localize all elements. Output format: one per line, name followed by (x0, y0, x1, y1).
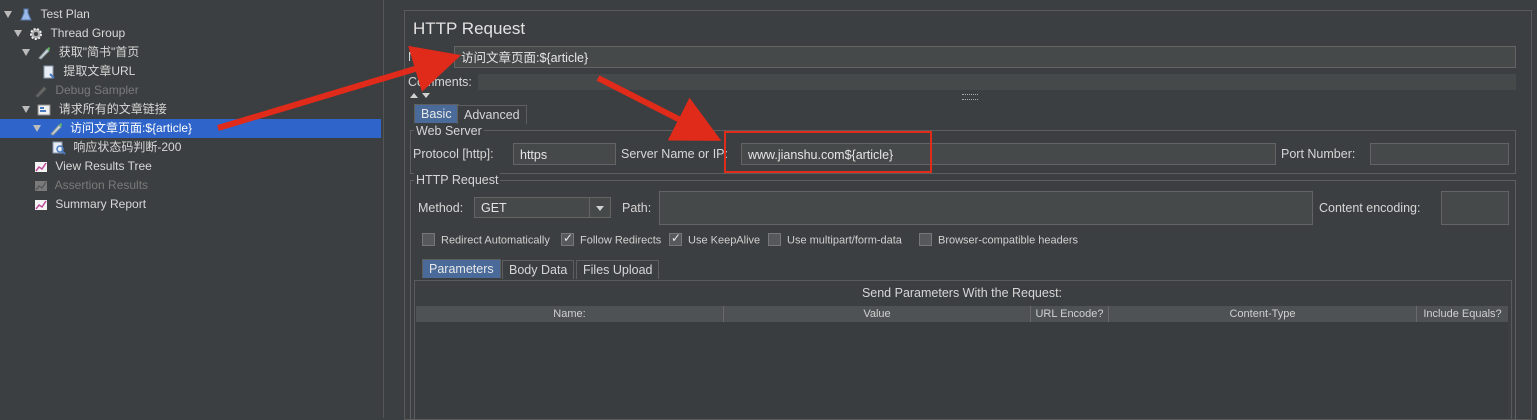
tree-item-label: 访问文章页面:${article} (70, 121, 193, 135)
listener-icon (35, 161, 47, 172)
checkbox-follow-redirects[interactable]: Follow Redirects (561, 231, 662, 247)
parameters-table-body[interactable] (416, 322, 1508, 418)
debug-sampler-icon (35, 86, 47, 98)
name-field[interactable]: 访问文章页面:${article} (454, 46, 1516, 68)
expand-triangle-icon[interactable] (22, 106, 30, 114)
checkbox-box[interactable] (768, 233, 781, 246)
tab-basic[interactable]: Basic (414, 104, 459, 123)
comments-field[interactable] (478, 74, 1516, 90)
port-label: Port Number: (1281, 147, 1356, 161)
extractor-icon (43, 65, 55, 79)
foreach-controller-icon (37, 104, 51, 116)
tree-item-visit-article[interactable]: 访问文章页面:${article} (0, 119, 381, 138)
tree-item-label: 响应状态码判断-200 (73, 140, 182, 154)
checkbox-label: Use multipart/form-data (787, 234, 902, 247)
content-encoding-field[interactable] (1441, 191, 1509, 225)
checkbox-box[interactable] (561, 231, 574, 246)
checkbox-use-keepalive[interactable]: Use KeepAlive (669, 231, 761, 247)
web-server-title: Web Server (414, 124, 484, 138)
tree-item-extract-url[interactable]: 提取文章URL (42, 62, 135, 81)
path-field[interactable] (659, 191, 1313, 225)
expand-triangle-icon[interactable] (22, 49, 30, 57)
gear-icon (30, 27, 43, 40)
column-header-value[interactable]: Value (724, 306, 1031, 322)
checkbox-label: Follow Redirects (580, 234, 662, 247)
chevron-down-icon[interactable] (589, 198, 610, 217)
tree-item-label: Debug Sampler (55, 83, 139, 97)
tree-item-debug-sampler[interactable]: Debug Sampler (34, 81, 139, 100)
tree-item-label: View Results Tree (55, 159, 152, 173)
checkbox-multipart[interactable]: Use multipart/form-data (768, 233, 902, 247)
checkbox-label: Use KeepAlive (688, 234, 761, 247)
tree-item-view-results-tree[interactable]: View Results Tree (34, 157, 152, 176)
protocol-label: Protocol [http]: (413, 147, 494, 161)
tree-item-label: Summary Report (55, 197, 147, 211)
tree-item-label: 提取文章URL (63, 64, 136, 78)
content-encoding-label: Content encoding: (1319, 201, 1421, 215)
tree-item-get-jianshu-home[interactable]: 获取"简书"首页 (22, 43, 139, 62)
page-title: HTTP Request (413, 19, 526, 38)
comments-label: Comments: (408, 75, 472, 89)
http-request-group-title: HTTP Request (414, 173, 501, 187)
resize-grip-icon[interactable] (962, 94, 978, 100)
assertion-icon (52, 141, 66, 155)
parameters-table-header: Name: Value URL Encode? Content-Type Inc… (416, 306, 1508, 323)
tree-item-test-plan[interactable]: Test Plan (4, 5, 90, 24)
annotation-highlight-box (724, 131, 932, 173)
listener-icon (35, 199, 47, 210)
tree-item-summary-report[interactable]: Summary Report (34, 195, 146, 214)
checkbox-box[interactable] (422, 233, 435, 246)
tree-item-label: 获取"简书"首页 (58, 45, 140, 59)
column-header-name[interactable]: Name: (416, 306, 724, 322)
column-header-url-encode[interactable]: URL Encode? (1031, 306, 1109, 322)
checkbox-label: Browser-compatible headers (938, 234, 1079, 247)
tree-item-request-all-links[interactable]: 请求所有的文章链接 (22, 100, 167, 119)
name-label: Name: (408, 50, 445, 64)
tree-item-label: Assertion Results (54, 178, 149, 192)
tab-files-upload[interactable]: Files Upload (576, 260, 660, 279)
tree-item-label: Thread Group (50, 26, 126, 40)
column-header-content-type[interactable]: Content-Type (1109, 306, 1417, 322)
http-sampler-icon (38, 46, 51, 60)
method-select-value: GET (481, 201, 507, 215)
checkbox-box[interactable] (919, 233, 932, 246)
server-name-label: Server Name or IP: (621, 147, 728, 161)
test-plan-icon (20, 8, 33, 21)
tab-parameters[interactable]: Parameters (422, 259, 501, 278)
tree-item-label: Test Plan (40, 7, 90, 21)
checkbox-label: Redirect Automatically (441, 234, 550, 247)
collapse-arrows-icon[interactable] (409, 92, 433, 100)
tree-item-status-assertion[interactable]: 响应状态码判断-200 (52, 138, 181, 157)
listener-icon (35, 180, 47, 191)
path-label: Path: (622, 201, 652, 215)
column-header-include-equals[interactable]: Include Equals? (1417, 306, 1508, 322)
tab-body-data[interactable]: Body Data (502, 260, 575, 279)
split-pane-divider[interactable] (383, 0, 392, 418)
expand-triangle-icon[interactable] (14, 30, 22, 38)
method-select[interactable]: GET (474, 197, 611, 218)
tree-item-assertion-results[interactable]: Assertion Results (34, 176, 148, 195)
checkbox-box[interactable] (669, 231, 682, 246)
tab-advanced[interactable]: Advanced (457, 105, 527, 124)
method-label: Method: (418, 201, 464, 215)
checkbox-redirect-automatically[interactable]: Redirect Automatically (422, 233, 550, 247)
expand-triangle-icon[interactable] (4, 11, 12, 19)
port-field[interactable] (1370, 143, 1509, 165)
params-title: Send Parameters With the Request: (861, 286, 1063, 300)
expand-triangle-icon[interactable] (33, 125, 42, 133)
protocol-field[interactable]: https (513, 143, 616, 165)
tree-item-label: 请求所有的文章链接 (58, 102, 167, 116)
tree-item-thread-group[interactable]: Thread Group (14, 24, 125, 43)
test-plan-tree: Test Plan Thread Group 获取"简书"首页 提取文章URL … (0, 0, 384, 418)
checkbox-browser-compatible[interactable]: Browser-compatible headers (919, 233, 1079, 247)
http-sampler-icon (49, 122, 62, 136)
